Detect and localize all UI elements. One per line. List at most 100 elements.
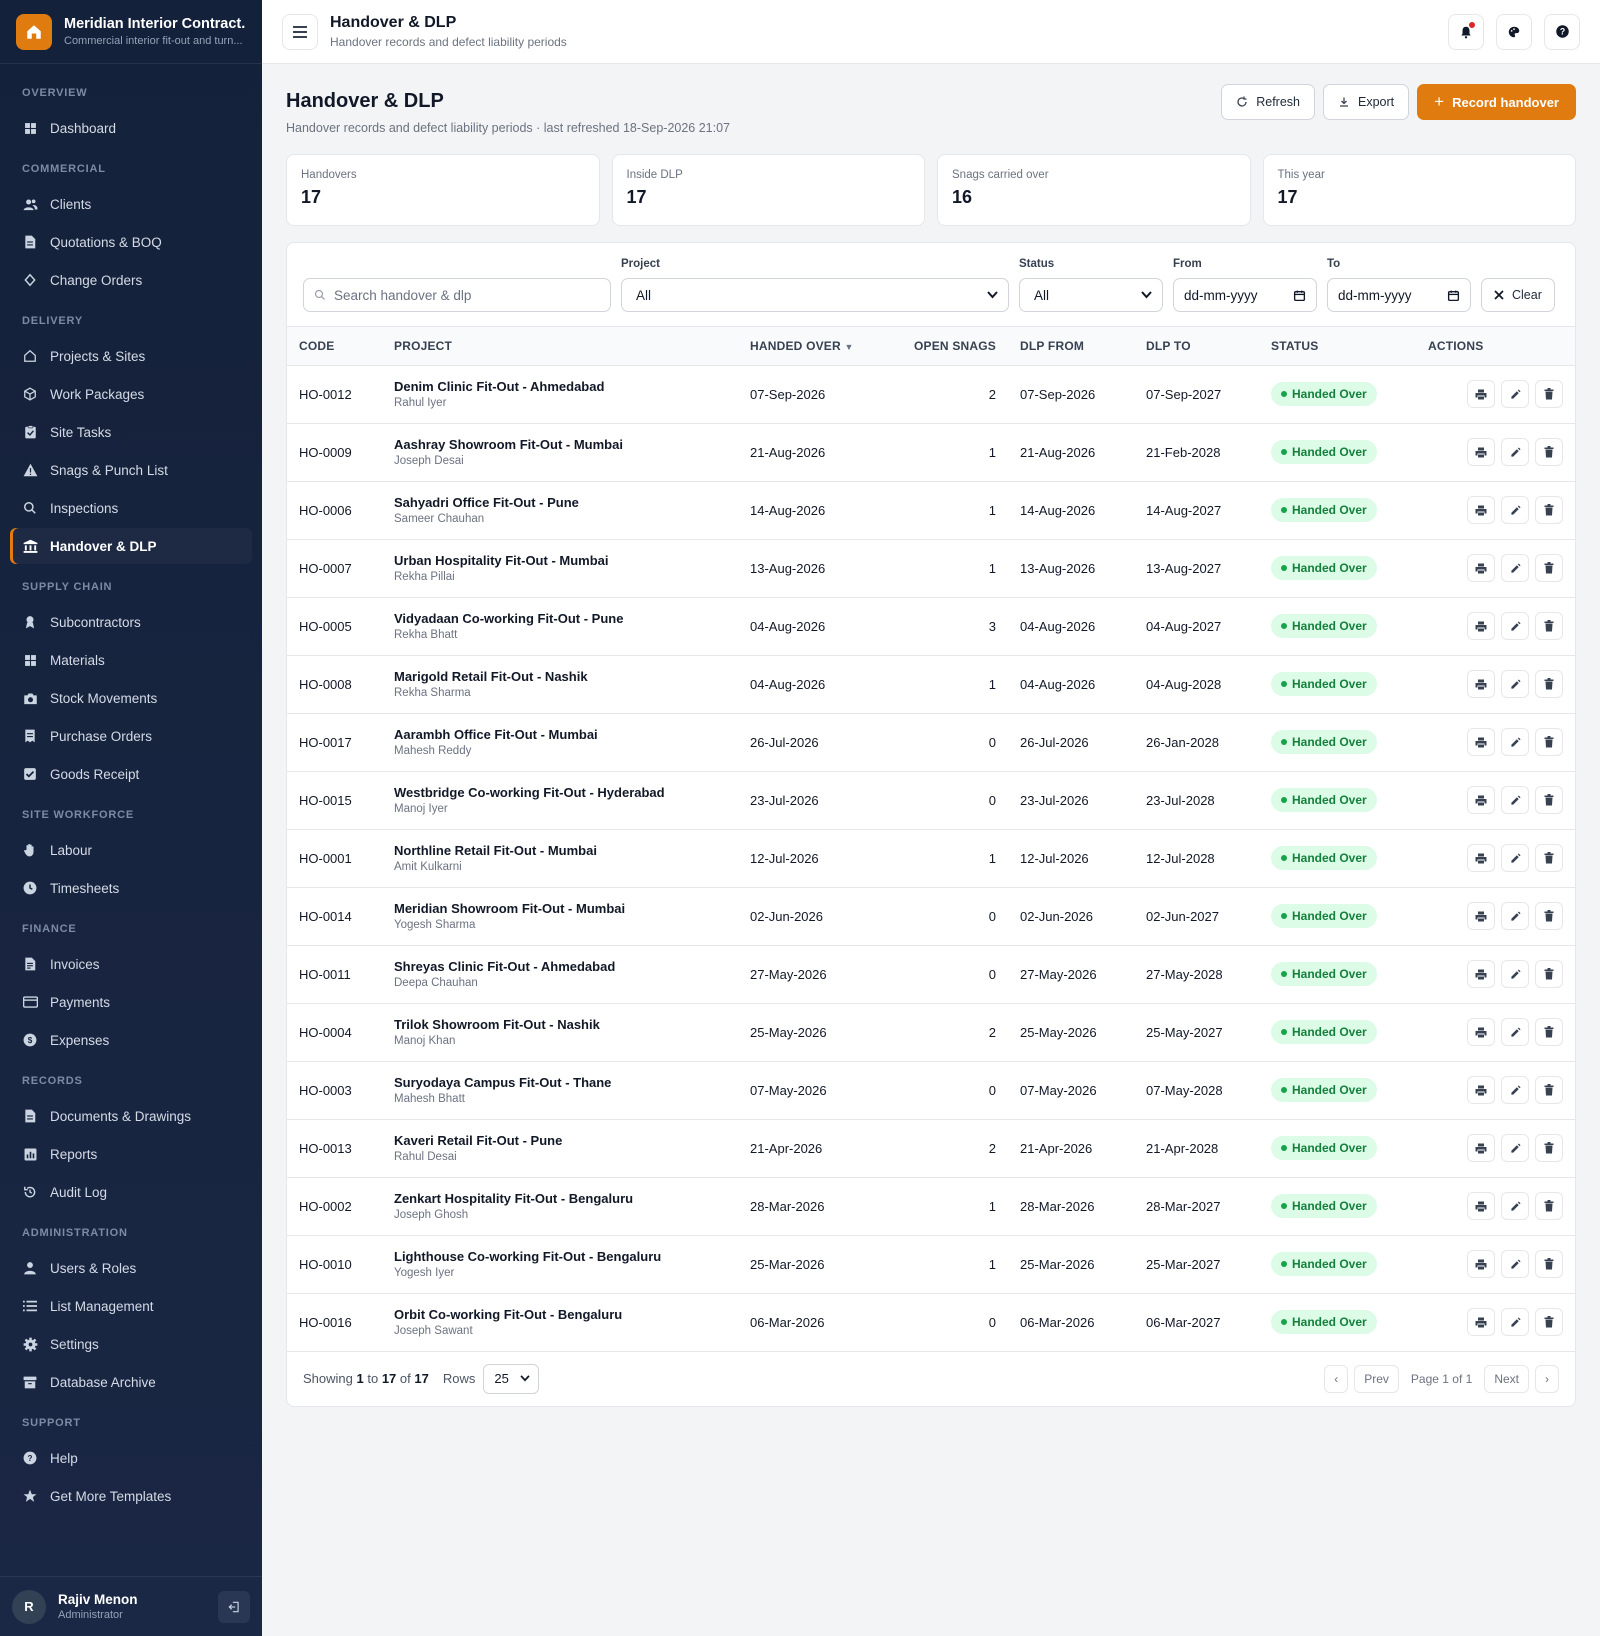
edit-icon[interactable] [1501,1192,1529,1220]
print-icon[interactable] [1467,496,1495,524]
edit-icon[interactable] [1501,1018,1529,1046]
column-header-status[interactable]: STATUS [1259,327,1416,366]
table-row[interactable]: HO-0015 Westbridge Co-working Fit-Out - … [287,771,1575,830]
print-icon[interactable] [1467,902,1495,930]
sidebar-item-subcontractors[interactable]: Subcontractors [10,604,252,640]
delete-icon[interactable] [1535,960,1563,988]
sidebar-item-users-and-roles[interactable]: Users & Roles [10,1250,252,1286]
print-icon[interactable] [1467,960,1495,988]
sidebar-item-inspections[interactable]: Inspections [10,490,252,526]
project-name[interactable]: Aashray Showroom Fit-Out - Mumbai [394,437,726,452]
delete-icon[interactable] [1535,786,1563,814]
chevron-left-icon[interactable]: ‹ [1324,1364,1349,1393]
project-select[interactable]: All [621,278,1009,312]
print-icon[interactable] [1467,612,1495,640]
calendar-icon[interactable] [1293,289,1306,302]
logout-icon[interactable] [218,1590,250,1623]
print-icon[interactable] [1467,786,1495,814]
edit-icon[interactable] [1501,670,1529,698]
sidebar-item-payments[interactable]: Payments [10,984,252,1020]
delete-icon[interactable] [1535,380,1563,408]
notifications-bell-icon[interactable] [1448,13,1484,50]
project-name[interactable]: Aarambh Office Fit-Out - Mumbai [394,727,726,742]
clear-filters-button[interactable]: Clear [1481,278,1555,312]
project-name[interactable]: Denim Clinic Fit-Out - Ahmedabad [394,379,726,394]
sidebar-item-work-packages[interactable]: Work Packages [10,376,252,412]
project-name[interactable]: Shreyas Clinic Fit-Out - Ahmedabad [394,959,726,974]
from-date-input[interactable]: dd-mm-yyyy [1173,278,1317,312]
sidebar-item-list-management[interactable]: List Management [10,1288,252,1324]
project-name[interactable]: Vidyadaan Co-working Fit-Out - Pune [394,611,726,626]
sidebar-item-handover-and-dlp[interactable]: Handover & DLP [10,528,252,564]
project-name[interactable]: Northline Retail Fit-Out - Mumbai [394,843,726,858]
print-icon[interactable] [1467,554,1495,582]
calendar-icon[interactable] [1447,289,1460,302]
table-row[interactable]: HO-0009 Aashray Showroom Fit-Out - Mumba… [287,423,1575,482]
edit-icon[interactable] [1501,1134,1529,1162]
table-row[interactable]: HO-0006 Sahyadri Office Fit-Out - Pune S… [287,481,1575,540]
project-name[interactable]: Meridian Showroom Fit-Out - Mumbai [394,901,726,916]
print-icon[interactable] [1467,380,1495,408]
table-row[interactable]: HO-0012 Denim Clinic Fit-Out - Ahmedabad… [287,365,1575,424]
rows-per-page-select[interactable]: 25 [483,1363,540,1394]
project-name[interactable]: Zenkart Hospitality Fit-Out - Bengaluru [394,1191,726,1206]
paint-palette-icon[interactable] [1496,13,1532,50]
project-name[interactable]: Marigold Retail Fit-Out - Nashik [394,669,726,684]
brand[interactable]: Meridian Interior Contract... Commercial… [0,0,262,64]
table-row[interactable]: HO-0011 Shreyas Clinic Fit-Out - Ahmedab… [287,945,1575,1004]
delete-icon[interactable] [1535,1192,1563,1220]
edit-icon[interactable] [1501,612,1529,640]
column-header-dlp-to[interactable]: DLP TO [1134,327,1259,366]
print-icon[interactable] [1467,1192,1495,1220]
column-header-code[interactable]: CODE [287,327,382,366]
delete-icon[interactable] [1535,1018,1563,1046]
delete-icon[interactable] [1535,438,1563,466]
project-name[interactable]: Sahyadri Office Fit-Out - Pune [394,495,726,510]
column-header-open-snags[interactable]: OPEN SNAGS [898,327,1008,366]
sidebar-item-help[interactable]: ? Help [10,1440,252,1476]
sidebar-item-change-orders[interactable]: Change Orders [10,262,252,298]
delete-icon[interactable] [1535,670,1563,698]
sidebar-item-materials[interactable]: Materials [10,642,252,678]
column-header-handed-over[interactable]: HANDED OVER ▼ [738,327,898,366]
delete-icon[interactable] [1535,844,1563,872]
table-row[interactable]: HO-0007 Urban Hospitality Fit-Out - Mumb… [287,539,1575,598]
refresh-button[interactable]: Refresh [1221,84,1315,120]
prev-page-button[interactable]: Prev [1354,1364,1399,1393]
delete-icon[interactable] [1535,1250,1563,1278]
export-button[interactable]: Export [1323,84,1410,120]
hamburger-menu-icon[interactable] [282,13,318,50]
edit-icon[interactable] [1501,728,1529,756]
sidebar-item-documents-and-drawings[interactable]: Documents & Drawings [10,1098,252,1134]
table-row[interactable]: HO-0003 Suryodaya Campus Fit-Out - Thane… [287,1061,1575,1120]
sidebar-item-audit-log[interactable]: Audit Log [10,1174,252,1210]
sidebar-item-labour[interactable]: Labour [10,832,252,868]
sidebar-item-dashboard[interactable]: Dashboard [10,110,252,146]
table-row[interactable]: HO-0002 Zenkart Hospitality Fit-Out - Be… [287,1177,1575,1236]
edit-icon[interactable] [1501,786,1529,814]
sidebar-item-goods-receipt[interactable]: Goods Receipt [10,756,252,792]
table-row[interactable]: HO-0008 Marigold Retail Fit-Out - Nashik… [287,655,1575,714]
sidebar-item-database-archive[interactable]: Database Archive [10,1364,252,1400]
print-icon[interactable] [1467,844,1495,872]
sidebar-item-settings[interactable]: Settings [10,1326,252,1362]
next-page-button[interactable]: Next [1484,1364,1529,1393]
table-row[interactable]: HO-0017 Aarambh Office Fit-Out - Mumbai … [287,713,1575,772]
edit-icon[interactable] [1501,1308,1529,1336]
user-profile[interactable]: R Rajiv Menon Administrator [0,1576,262,1636]
project-name[interactable]: Lighthouse Co-working Fit-Out - Bengalur… [394,1249,726,1264]
table-row[interactable]: HO-0010 Lighthouse Co-working Fit-Out - … [287,1235,1575,1294]
delete-icon[interactable] [1535,496,1563,524]
delete-icon[interactable] [1535,1308,1563,1336]
edit-icon[interactable] [1501,438,1529,466]
sidebar-item-projects-and-sites[interactable]: Projects & Sites [10,338,252,374]
project-name[interactable]: Kaveri Retail Fit-Out - Pune [394,1133,726,1148]
chevron-right-icon[interactable]: › [1535,1364,1559,1393]
print-icon[interactable] [1467,670,1495,698]
edit-icon[interactable] [1501,844,1529,872]
delete-icon[interactable] [1535,1076,1563,1104]
delete-icon[interactable] [1535,902,1563,930]
table-row[interactable]: HO-0014 Meridian Showroom Fit-Out - Mumb… [287,887,1575,946]
table-row[interactable]: HO-0013 Kaveri Retail Fit-Out - Pune Rah… [287,1119,1575,1178]
table-row[interactable]: HO-0001 Northline Retail Fit-Out - Mumba… [287,829,1575,888]
